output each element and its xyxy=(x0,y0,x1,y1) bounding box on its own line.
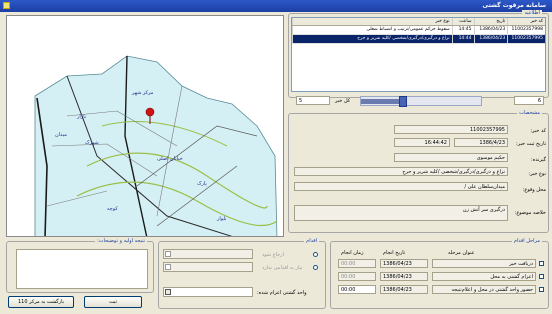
back-to-center-button[interactable]: بازگشت به مرکز 110 xyxy=(8,296,74,308)
news-table-header: کد خبر تاریخ ساعت نوع خبر xyxy=(292,18,545,26)
dropdown-arrow-icon xyxy=(165,264,171,270)
stage-date[interactable]: 1386/04/23 xyxy=(380,272,428,281)
date-label: تاریخ ثبت خبر: xyxy=(516,141,546,147)
cell-code: 11002357995 xyxy=(507,35,545,43)
map-label: میدان xyxy=(55,132,67,138)
detail-legend: مشخصات xyxy=(517,110,542,116)
total-label: کل خبر xyxy=(335,98,351,104)
recipient-field: حکیم موسوی xyxy=(394,153,508,162)
no-action-select[interactable] xyxy=(163,262,253,272)
dropdown-arrow-icon xyxy=(165,251,171,257)
news-code-field: 11002357995 xyxy=(394,125,508,134)
total-value-field: 5 xyxy=(296,96,330,105)
dropdown-arrow-icon xyxy=(165,289,171,295)
map-label: شهرک xyxy=(85,140,99,146)
stage-time[interactable]: 00:00 xyxy=(338,272,376,281)
news-table[interactable]: کد خبر تاریخ ساعت نوع خبر 11002357998 13… xyxy=(291,17,546,92)
app-window: سامانه مرقوت گشتی مرکز شهر بازار میدان ش… xyxy=(0,0,552,314)
no-action-radio[interactable] xyxy=(313,265,318,270)
stage-checkbox[interactable] xyxy=(539,274,544,279)
stages-legend: مراحل اقدام xyxy=(511,238,542,244)
type-field: نزاع و درگیری/درگیری/شخصی /کلیه شریر و ج… xyxy=(294,167,508,176)
cell-type: سقوط جرائم عمومی/ترتیب و انضباط شغلی xyxy=(292,26,452,34)
no-action-label: نیاز به اقدامی ندارد xyxy=(262,265,303,271)
cell-time: 14:45 xyxy=(451,26,474,34)
item-count-field[interactable]: 6 xyxy=(514,96,544,105)
stage-date[interactable]: 1386/04/23 xyxy=(380,259,428,268)
map-view[interactable]: مرکز شهر بازار میدان شهرک خیابان اصلی پا… xyxy=(6,15,284,237)
col-header-type[interactable]: نوع خبر xyxy=(292,18,452,25)
record-slider[interactable] xyxy=(360,96,482,107)
date-field: 1386/4/23 xyxy=(454,138,508,147)
cell-date: 1386/04/23 xyxy=(473,26,508,34)
report-legend: نتیجه اولیه و توضیحات: xyxy=(95,238,147,244)
table-row[interactable]: 11002357998 1386/04/23 14:45 سقوط جرائم … xyxy=(292,26,545,35)
report-textarea[interactable] xyxy=(16,249,148,289)
map-label: بازار xyxy=(77,114,87,120)
recipient-label: گیرنده: xyxy=(531,157,546,163)
news-list-legend: اطلاعیه xyxy=(522,10,542,16)
stage-name: حضور واحد گشتی در محل و اعلام‌نتیجه xyxy=(432,285,536,294)
map-canvas[interactable] xyxy=(7,16,284,237)
stage-checkbox[interactable] xyxy=(539,261,544,266)
stage-date-header: تاریخ انجام xyxy=(383,250,406,256)
col-header-time[interactable]: ساعت xyxy=(451,18,474,25)
stage-date[interactable]: 1386/04/23 xyxy=(380,285,428,294)
stage-time[interactable]: 00:00 xyxy=(338,285,376,294)
stage-name: اعزام گشتی به محل xyxy=(432,272,536,281)
subject-label: خلاصه موضوع: xyxy=(514,210,546,216)
map-label: کوچه xyxy=(107,206,118,212)
stage-name-header: عنوان مرحله xyxy=(448,250,475,256)
cell-date: 1386/04/23 xyxy=(473,35,508,43)
location-label: محل وقوع: xyxy=(522,187,546,193)
stage-time-header: زمان انجام xyxy=(341,250,364,256)
subject-field: درگیری سر آتش زن xyxy=(294,205,508,221)
unit-label: واحد گشتی اعزام شده: xyxy=(257,290,307,296)
refer-select[interactable] xyxy=(163,249,253,259)
action-legend: اقدام xyxy=(304,238,319,244)
refer-label: ارجاع شود xyxy=(262,252,284,258)
refer-radio[interactable] xyxy=(313,252,318,257)
cell-type: نزاع و درگیری/درگیری/شخصی /کلیه شریر و ج… xyxy=(292,35,452,43)
slider-fill xyxy=(361,99,403,104)
col-header-code[interactable]: کد خبر xyxy=(507,18,545,25)
map-label: پارک xyxy=(197,181,207,187)
register-button[interactable]: ثبت xyxy=(84,296,142,308)
unit-select[interactable] xyxy=(163,287,253,297)
window-title: سامانه مرقوت گشتی xyxy=(482,2,546,9)
title-bar: سامانه مرقوت گشتی xyxy=(0,0,552,12)
time-field: 16:44:42 xyxy=(394,138,450,147)
stage-time[interactable]: 00:00 xyxy=(338,259,376,268)
location-field: میدان‌سلطان‌ علی / xyxy=(294,182,508,191)
map-label: مرکز شهر xyxy=(132,90,154,96)
map-label: خیابان اصلی xyxy=(157,156,183,162)
news-code-label: کد خبر: xyxy=(530,128,546,134)
table-row-selected[interactable]: 11002357995 1386/04/23 14:44 نزاع و درگی… xyxy=(292,35,545,44)
app-icon xyxy=(3,2,10,9)
stage-checkbox[interactable] xyxy=(539,287,544,292)
map-label: بلوار xyxy=(217,216,227,222)
col-header-date[interactable]: تاریخ xyxy=(473,18,508,25)
slider-thumb[interactable] xyxy=(399,96,407,107)
stage-name: دریافت خبر xyxy=(432,259,536,268)
cell-code: 11002357998 xyxy=(507,26,545,34)
type-label: نوع خبر: xyxy=(528,171,546,177)
cell-time: 14:44 xyxy=(451,35,474,43)
